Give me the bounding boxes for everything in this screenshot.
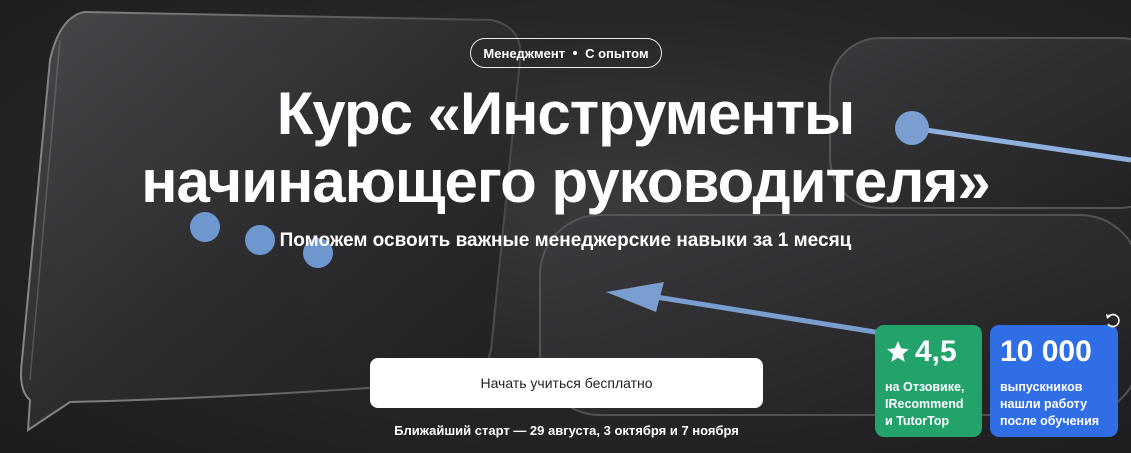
graduates-caption-line: выпускников [1000, 380, 1083, 394]
graduates-badge: 10 000 выпускников нашли работу после об… [990, 325, 1118, 437]
hero-section: Менеджмент С опытом Курс «Инструменты на… [0, 0, 1131, 453]
rating-caption-line: и TutorTop [885, 414, 950, 428]
tag-category: Менеджмент [483, 45, 566, 61]
page-title: Курс «Инструменты начинающего руководите… [40, 80, 1091, 216]
rating-caption-line: IRecommend [885, 397, 964, 411]
rating-value: 4,5 [885, 335, 972, 369]
graduates-value: 10 000 [1000, 335, 1092, 368]
rotate-icon[interactable] [1105, 313, 1121, 329]
rating-number: 4,5 [915, 335, 957, 368]
star-icon [887, 341, 909, 362]
start-dates-text: Ближайший старт — 29 августа, 3 октября … [394, 423, 739, 438]
graduates-caption-line: после обучения [1000, 414, 1100, 428]
separator-dot-icon [573, 51, 578, 55]
graduates-caption-line: нашли работу [1000, 397, 1088, 411]
tag-level: С опытом [585, 45, 649, 61]
start-learning-button[interactable]: Начать учиться бесплатно [370, 358, 763, 408]
category-tag[interactable]: Менеджмент С опытом [470, 38, 662, 68]
title-line: начинающего руководителя» [141, 148, 991, 215]
rating-badge: 4,5 на Отзовике, IRecommend и TutorTop [875, 325, 982, 437]
rating-caption-line: на Отзовике, [885, 380, 965, 394]
graduates-caption: выпускников нашли работу после обучения [1000, 379, 1108, 430]
page-subtitle: Поможем освоить важные менеджерские навы… [279, 230, 852, 251]
rating-caption: на Отзовике, IRecommend и TutorTop [885, 379, 972, 430]
title-line: Курс «Инструменты [276, 80, 855, 147]
